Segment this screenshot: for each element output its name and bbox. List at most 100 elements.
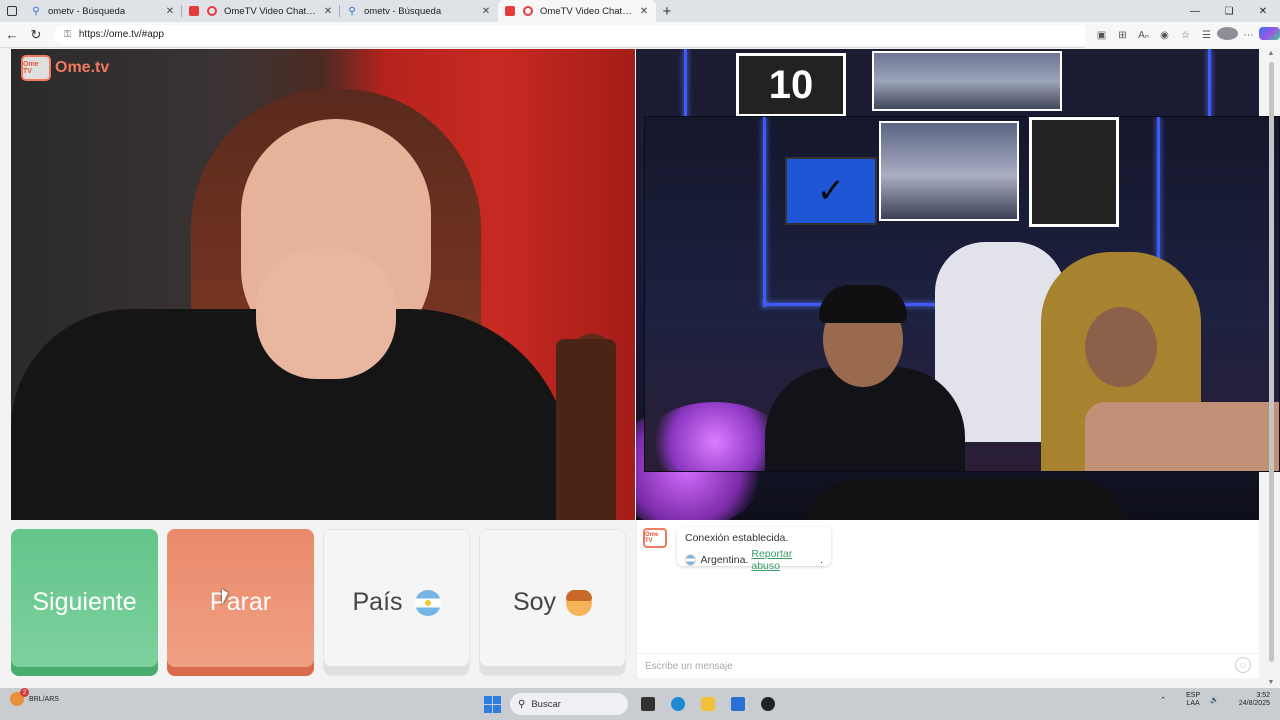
ometv-logo[interactable]: Ome TV Ome.tv <box>21 55 109 81</box>
language-code: ESP <box>1186 692 1201 699</box>
stranger-video <box>11 49 635 520</box>
profile-icon[interactable] <box>1217 27 1238 43</box>
tab-title: OmeTV Video Chat — Omegle <box>224 5 318 17</box>
scroll-thumb[interactable] <box>1269 62 1274 662</box>
scroll-down-icon[interactable]: ▼ <box>1266 679 1276 686</box>
search-icon: ⚲ <box>348 5 356 17</box>
tab-actions-button[interactable] <box>0 0 24 22</box>
language-indicator[interactable]: ESP LAA <box>1176 692 1200 708</box>
self-video-preview: ✓ <box>644 116 1280 472</box>
argentina-flag-icon <box>685 554 697 566</box>
maximize-button[interactable]: ❏ <box>1212 0 1246 22</box>
site-info-icon[interactable]: ⚿ <box>64 29 71 40</box>
tv-logo-icon: Ome TV <box>21 55 51 81</box>
volume-icon[interactable]: 🔊 <box>1210 696 1219 704</box>
search-icon: ⚲ <box>32 5 40 17</box>
ometv-avatar-icon: Ome TV <box>643 528 667 548</box>
search-icon: ⚲ <box>518 698 526 710</box>
file-explorer-button[interactable] <box>696 692 720 716</box>
tab-title: OmeTV Video Chat — Omegle <box>540 5 634 17</box>
report-suffix: . <box>820 554 823 566</box>
taskbar-search[interactable]: ⚲ Buscar <box>510 693 628 715</box>
apps-icon[interactable]: ⊞ <box>1112 30 1133 41</box>
favorite-star-icon[interactable]: ☆ <box>1175 30 1196 41</box>
next-button-label: Siguiente <box>32 588 137 616</box>
page-scrollbar[interactable]: ▲ ▼ <box>1266 48 1276 688</box>
close-icon[interactable]: ✕ <box>638 6 650 17</box>
chat-panel: Ome TV Conexión establecida. Argentina. … <box>636 520 1260 678</box>
refresh-button[interactable]: ↻ <box>24 27 48 43</box>
weather-icon: 2 <box>10 688 29 706</box>
wall-picture <box>872 51 1062 111</box>
chevron-up-icon[interactable]: ⌃ <box>1160 696 1166 704</box>
person-right-head <box>1085 307 1157 387</box>
video-icon <box>188 5 200 17</box>
folder-icon <box>701 697 715 711</box>
video-icon <box>504 5 516 17</box>
wall-picture <box>879 121 1019 221</box>
widgets-button[interactable]: 2 BRL/ARS <box>10 688 59 706</box>
store-icon <box>731 697 745 711</box>
mouse-cursor <box>222 589 228 605</box>
recording-icon <box>206 5 218 17</box>
window-controls: — ❏ ✕ <box>1178 0 1280 22</box>
country-button-label: País <box>352 588 403 616</box>
read-aloud-icon[interactable]: Aₙ <box>1133 30 1154 41</box>
boy-icon <box>566 589 593 616</box>
url-text: https://ome.tv/#app <box>78 29 164 40</box>
close-window-button[interactable]: ✕ <box>1246 0 1280 22</box>
system-message: Conexión establecida. Argentina. Reporta… <box>677 527 831 572</box>
emoji-icon[interactable]: ☺ <box>1235 657 1251 673</box>
task-view-button[interactable] <box>636 692 660 716</box>
store-button[interactable] <box>726 692 750 716</box>
system-tray: ⌃ ESP LAA 🔊 3:52 24/8/2025 <box>1150 692 1270 708</box>
report-abuse-link[interactable]: Reportar abuso <box>751 548 820 572</box>
partner-country: Argentina. <box>700 554 749 566</box>
keyboard-layout: LAA <box>1186 700 1200 707</box>
close-icon[interactable]: ✕ <box>322 6 334 17</box>
jersey-frame-inset <box>1029 117 1119 227</box>
close-icon[interactable]: ✕ <box>164 6 176 17</box>
collections-icon[interactable]: ☰ <box>1196 30 1217 41</box>
tab-title: ometv - Búsqueda <box>364 5 442 17</box>
tab-strip: ⚲ ometv - Búsqueda ✕ OmeTV Video Chat — … <box>0 0 1280 22</box>
tab-title: ometv - Búsqueda <box>48 5 126 17</box>
gender-button[interactable]: Soy <box>479 529 626 676</box>
scroll-up-icon[interactable]: ▲ <box>1266 50 1276 57</box>
tab-ometv-video-1[interactable]: OmeTV Video Chat — Omegle ✕ <box>182 0 340 22</box>
close-icon[interactable]: ✕ <box>480 6 492 17</box>
message-input[interactable]: Escribe un mensaje <box>637 653 1260 678</box>
clock[interactable]: 3:52 24/8/2025 <box>1229 692 1270 708</box>
extensions-icon[interactable]: ◉ <box>1154 30 1175 41</box>
taskbar-search-label: Buscar <box>531 698 561 710</box>
tab-actions-icon <box>7 6 17 16</box>
tab-ometv-search-1[interactable]: ⚲ ometv - Búsqueda ✕ <box>24 0 182 22</box>
edge-button[interactable] <box>666 692 690 716</box>
tab-ometv-search-2[interactable]: ⚲ ometv - Búsqueda ✕ <box>340 0 498 22</box>
minimize-button[interactable]: — <box>1178 0 1212 22</box>
connection-status: Conexión establecida. <box>685 532 789 544</box>
more-menu-icon[interactable]: ⋯ <box>1238 30 1259 41</box>
nike-frame: ✓ <box>785 157 877 225</box>
country-filter-button[interactable]: País <box>323 529 470 676</box>
widget-text: BRL/ARS <box>29 695 59 703</box>
toolbar-icons: ▣ ⊞ Aₙ ◉ ☆ ☰ ⋯ <box>1085 22 1280 48</box>
app-icon <box>761 697 775 711</box>
back-button[interactable]: ← <box>0 27 24 42</box>
camera-icon[interactable]: ▣ <box>1091 30 1112 41</box>
task-view-icon <box>641 697 655 711</box>
taskbar-apps: ⚲ Buscar <box>480 692 786 716</box>
gender-button-label: Soy <box>512 588 557 616</box>
stop-button-label: Parar <box>209 588 272 616</box>
argentina-flag-icon <box>414 589 441 616</box>
windows-icon <box>483 695 501 713</box>
next-button[interactable]: Siguiente <box>11 529 158 676</box>
new-tab-button[interactable]: + <box>656 3 678 20</box>
tab-ometv-video-2[interactable]: OmeTV Video Chat — Omegle ✕ <box>498 0 656 22</box>
app-button[interactable] <box>756 692 780 716</box>
copilot-icon[interactable] <box>1259 27 1280 43</box>
stop-button[interactable]: Parar <box>167 529 314 676</box>
jersey-frame: 10 <box>736 53 846 117</box>
start-button[interactable] <box>480 692 504 716</box>
address-bar: ← ↻ ⚿ https://ome.tv/#app ▣ ⊞ Aₙ ◉ ☆ ☰ ⋯ <box>0 22 1280 48</box>
